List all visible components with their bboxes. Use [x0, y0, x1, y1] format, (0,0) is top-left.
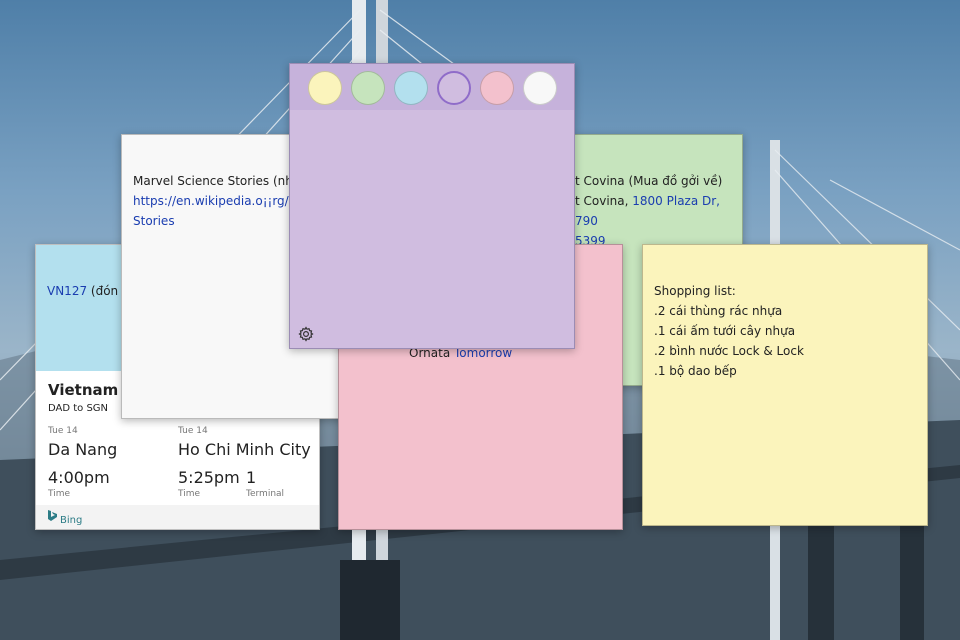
gear-icon — [298, 326, 314, 342]
sticky-note-purple-active[interactable] — [289, 63, 575, 349]
address-link[interactable]: 1800 Plaza Dr, — [632, 194, 720, 208]
depart-date: Tue 14 — [48, 426, 78, 436]
depart-time-label: Time — [48, 489, 71, 499]
color-swatch-pink[interactable] — [480, 71, 514, 105]
green-line-2: t Covina, — [575, 194, 633, 208]
flight-link[interactable]: VN127 — [47, 284, 87, 298]
shopping-item: .1 cái ấm tưới cây nhựa — [654, 324, 796, 338]
color-swatch-green[interactable] — [351, 71, 385, 105]
bing-footer[interactable]: Bing — [36, 505, 319, 529]
terminal-label: Terminal — [246, 489, 285, 499]
sticky-note-yellow[interactable]: Shopping list: .2 cái thùng rác nhựa .1 … — [642, 244, 928, 526]
depart-city: Da Nang — [48, 440, 118, 459]
depart-time: 4:00pm — [48, 468, 110, 487]
green-line-1: t Covina (Mua đồ gởi về) — [575, 174, 723, 188]
marvel-line-1: Marvel Science Stories (nhớ c — [133, 174, 311, 188]
marvel-link[interactable]: https://en.wikipedia.o¡¡rg/wil — [133, 191, 311, 211]
shopping-item: .2 cái thùng rác nhựa — [654, 304, 783, 318]
color-palette — [290, 64, 574, 110]
bing-label: Bing — [60, 515, 83, 526]
note-text-shopping: Shopping list: .2 cái thùng rác nhựa .1 … — [654, 281, 804, 381]
color-swatch-purple[interactable] — [437, 71, 471, 105]
color-swatch-yellow[interactable] — [308, 71, 342, 105]
marvel-link-continued[interactable]: Stories — [133, 211, 311, 231]
bing-icon — [48, 510, 57, 521]
flight-route: DAD to SGN — [48, 403, 109, 414]
shopping-item: .1 bộ dao bếp — [654, 364, 737, 378]
arrive-time: 5:25pm — [178, 468, 240, 487]
note-text-green: t Covina (Mua đồ gởi về) t Covina, 1800 … — [575, 171, 722, 251]
note-text-flight: VN127 (đón p — [47, 284, 130, 298]
arrive-date: Tue 14 — [178, 426, 208, 436]
arrive-time-label: Time — [178, 489, 201, 499]
shopping-title: Shopping list: — [654, 284, 736, 298]
color-swatch-blue[interactable] — [394, 71, 428, 105]
green-line-3[interactable]: 790 — [575, 211, 722, 231]
terminal-value: 1 — [246, 468, 257, 487]
shopping-item: .2 bình nước Lock & Lock — [654, 344, 804, 358]
settings-button[interactable] — [298, 326, 314, 342]
color-swatch-white[interactable] — [523, 71, 557, 105]
arrive-city: Ho Chi Minh City — [178, 440, 311, 459]
note-text-marvel: Marvel Science Stories (nhớ c https://en… — [133, 171, 311, 231]
